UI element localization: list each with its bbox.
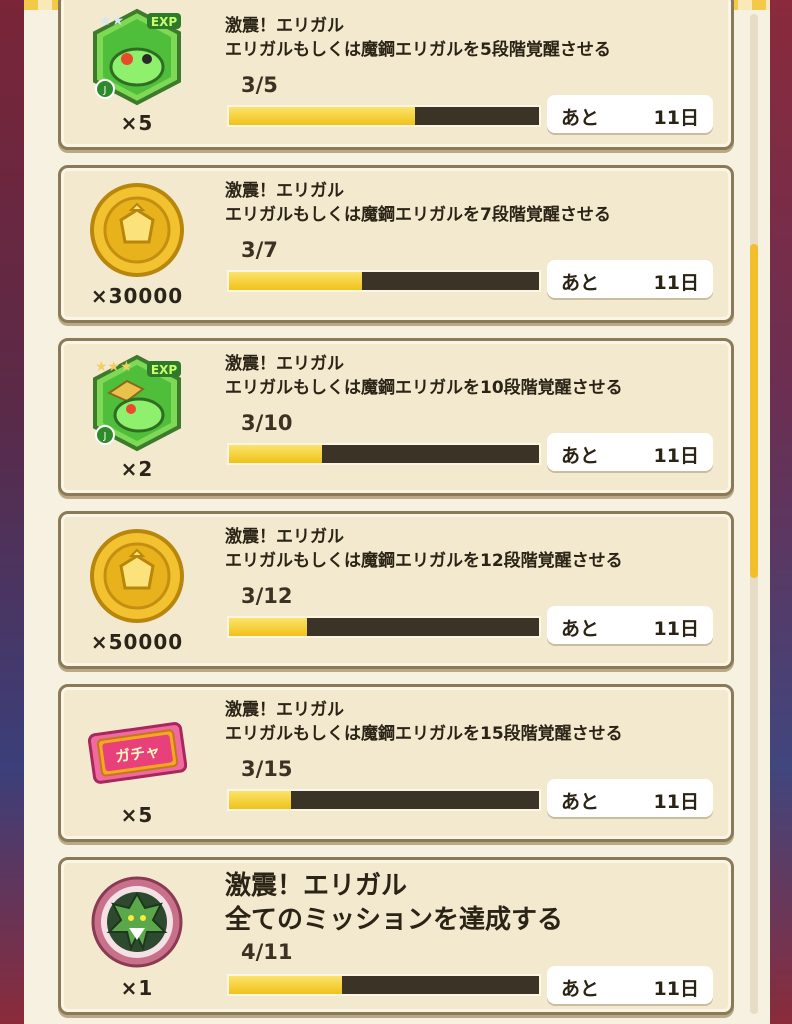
remaining-days: 11日 [653, 618, 699, 640]
mission-description: 全てのミッションを達成する [225, 905, 564, 935]
time-remaining-badge: あと 11日 [547, 95, 713, 133]
exp-monster-icon: J EXP ★★ [87, 7, 187, 107]
reward: ガチャ ×5 [77, 699, 197, 829]
remaining-days: 11日 [653, 791, 699, 813]
time-remaining-badge: あと 11日 [547, 260, 713, 298]
mission-description: エリガルもしくは魔鋼エリガルを10段階覚醒させる [225, 378, 623, 398]
remaining-days: 11日 [653, 978, 699, 1000]
reward: ×1 [77, 872, 197, 1002]
gacha-ticket-icon: ガチャ [87, 699, 188, 799]
mission-title: 激震！エリガル [225, 354, 344, 374]
exp-badge-text: EXP [151, 363, 177, 377]
time-remaining-badge: あと 11日 [547, 433, 713, 471]
progress-count: 4/11 [241, 940, 293, 964]
remaining-label: あと [561, 618, 600, 640]
remaining-days: 11日 [653, 272, 699, 294]
svg-text:J: J [103, 431, 107, 442]
reward-quantity: ×1 [120, 976, 154, 1000]
reward-quantity: ×50000 [90, 630, 184, 654]
progress-count: 3/7 [241, 238, 278, 262]
mission-title: 激震！エリガル [225, 181, 344, 201]
mission-title: 激震！エリガル [225, 700, 344, 720]
remaining-days: 11日 [653, 107, 699, 129]
mission-description: エリガルもしくは魔鋼エリガルを5段階覚醒させる [225, 40, 611, 60]
mission-title: 激震！エリガル [225, 16, 344, 36]
mission-card[interactable]: ×30000 激震！エリガル エリガルもしくは魔鋼エリガルを7段階覚醒させる 3… [58, 165, 734, 323]
background-right [770, 0, 792, 1024]
mission-card[interactable]: ×50000 激震！エリガル エリガルもしくは魔鋼エリガルを12段階覚醒させる … [58, 511, 734, 669]
reward-quantity: ×30000 [90, 284, 184, 308]
remaining-label: あと [561, 272, 600, 294]
remaining-label: あと [561, 791, 600, 813]
progress-bar [227, 616, 541, 638]
mission-title: 激震！エリガル [225, 871, 408, 901]
svg-text:★★: ★★ [99, 13, 124, 29]
progress-bar-fill [229, 618, 307, 636]
scrollbar-thumb[interactable] [750, 244, 758, 578]
mission-card[interactable]: J EXP ★★ ×5 激震！エリガル エリガルもしくは魔鋼エリガルを5段階覚醒… [58, 0, 734, 150]
svg-text:J: J [103, 85, 107, 96]
progress-bar-fill [229, 791, 291, 809]
mission-card[interactable]: J EXP ★★★ ×2 激震！エリガル エリガルもしくは魔鋼エリガルを10段階… [58, 338, 734, 496]
remaining-label: あと [561, 107, 600, 129]
exp-badge-text: EXP [151, 15, 177, 29]
reward: J EXP ★★★ ×2 [77, 353, 197, 483]
mission-title: 激震！エリガル [225, 527, 344, 547]
background-left [0, 0, 24, 1024]
progress-count: 3/5 [241, 73, 278, 97]
reward-quantity: ×2 [120, 457, 154, 481]
mission-description: エリガルもしくは魔鋼エリガルを12段階覚醒させる [225, 551, 623, 571]
progress-bar [227, 105, 541, 127]
reward-quantity: ×5 [120, 111, 154, 135]
mission-card[interactable]: ガチャ ×5 激震！エリガル エリガルもしくは魔鋼エリガルを15段階覚醒させる … [58, 684, 734, 842]
svg-text:★★★: ★★★ [95, 359, 133, 375]
progress-bar-fill [229, 445, 322, 463]
time-remaining-badge: あと 11日 [547, 606, 713, 644]
progress-bar [227, 789, 541, 811]
mission-card[interactable]: ×1 激震！エリガル 全てのミッションを達成する 4/11 あと 11日 [58, 857, 734, 1015]
remaining-label: あと [561, 445, 600, 467]
progress-count: 3/15 [241, 757, 293, 781]
reward: J EXP ★★ ×5 [77, 7, 197, 137]
time-remaining-badge: あと 11日 [547, 966, 713, 1004]
remaining-label: あと [561, 978, 600, 1000]
gold-coin-icon [87, 526, 187, 626]
monster-medal-icon [87, 872, 187, 972]
reward-quantity: ×5 [120, 803, 154, 827]
exp-monster-icon: J EXP ★★★ [87, 353, 187, 453]
progress-bar-fill [229, 107, 415, 125]
progress-bar-fill [229, 272, 362, 290]
reward: ×50000 [77, 526, 197, 656]
time-remaining-badge: あと 11日 [547, 779, 713, 817]
progress-count: 3/12 [241, 584, 293, 608]
mission-description: エリガルもしくは魔鋼エリガルを15段階覚醒させる [225, 724, 623, 744]
progress-bar [227, 443, 541, 465]
remaining-days: 11日 [653, 445, 699, 467]
mission-description: エリガルもしくは魔鋼エリガルを7段階覚醒させる [225, 205, 611, 225]
progress-bar [227, 270, 541, 292]
progress-bar-fill [229, 976, 342, 994]
gold-coin-icon [87, 180, 187, 280]
progress-bar [227, 974, 541, 996]
reward: ×30000 [77, 180, 197, 310]
progress-count: 3/10 [241, 411, 293, 435]
